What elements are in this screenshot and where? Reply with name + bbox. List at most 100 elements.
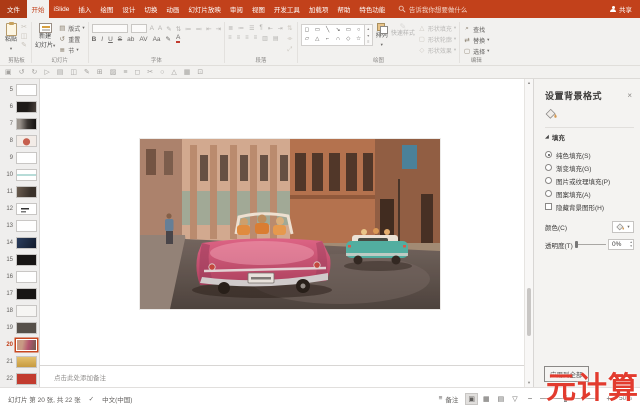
slide-photo-havana-cars[interactable] [140,139,440,309]
slide-thumbnail-image[interactable] [16,135,37,147]
paragraph-extra-button[interactable]: ⌯ [286,34,294,44]
shapes-gallery-scroll[interactable]: ▴ ▾ ≡ [365,24,373,46]
slides-mini-button[interactable]: ↺重置 [58,34,84,44]
paste-button[interactable]: 粘贴 ▾ [5,21,17,56]
hide-background-checkbox[interactable]: 隐藏背景图形(H) [545,200,634,213]
font-name-combobox[interactable] [92,24,128,33]
slide-thumbnail[interactable]: 13 [0,217,39,234]
alignment-icon[interactable]: ≡ [245,35,249,42]
view-button[interactable]: ▦ [481,394,492,404]
slides-mini-button[interactable]: ▤版式▾ [58,23,84,33]
slide-thumbnail-image[interactable] [16,169,37,181]
paragraph-extra-button[interactable]: ⤢ [286,45,294,55]
font-tool-icon[interactable]: A [158,25,162,32]
slide-thumbnail[interactable]: 7 [0,115,39,132]
paragraph-tool-icon[interactable]: ≣ [228,25,233,32]
color-picker-button[interactable]: ▾ [612,221,634,233]
shape-icon[interactable]: ◇ [343,35,353,44]
ribbon-tab[interactable]: 开始 [27,0,49,18]
slide-thumbnail-image[interactable] [16,254,37,266]
slide-thumbnail-image[interactable] [16,237,37,249]
paragraph-tool-icon[interactable]: ⇥ [278,25,283,32]
fill-option-radio[interactable]: 纯色填充(S) [545,148,634,161]
gallery-more-icon[interactable]: ≡ [367,39,369,44]
paragraph-tool-icon[interactable]: ☰ [249,25,254,32]
font-style-icon[interactable]: ✎ [166,35,171,43]
quick-styles-button[interactable]: ✎ 快速样式 [391,21,415,56]
font-style-icon[interactable]: B [92,36,97,43]
slide-thumbnail-image[interactable] [16,101,37,113]
slide-thumbnail[interactable]: 8 [0,132,39,149]
slide-thumbnail-image[interactable] [16,118,37,130]
shapes-gallery[interactable]: ◻▭╲↘▭○ ▱△⌐∩◇☆ [301,24,365,46]
qat-icon[interactable]: △ [171,68,176,76]
slide-thumbnail-image[interactable] [16,322,37,334]
qat-icon[interactable]: ▣ [5,68,12,76]
shape-format-button[interactable]: ▢形状轮廓▾ [418,34,456,44]
slide-thumbnail[interactable]: 11 [0,183,39,200]
shape-icon[interactable]: ╲ [322,26,332,35]
slide-thumbnail-image[interactable] [16,288,37,300]
slide-thumbnail[interactable]: 15 [0,251,39,268]
slide-thumbnail[interactable]: 18 [0,302,39,319]
slide-thumbnail[interactable]: 19 [0,319,39,336]
slide-thumbnail-image[interactable] [16,339,37,351]
close-pane-icon[interactable]: × [625,91,634,100]
shape-format-button[interactable]: △形状填充▾ [418,23,456,33]
cut-icon[interactable]: ✂ [20,23,28,31]
slide-thumbnail[interactable]: 16 [0,268,39,285]
editing-button[interactable]: ▢选择▾ [463,46,489,56]
editing-button[interactable]: ⇄替换▾ [463,35,489,45]
alignment-icon[interactable]: ▤ [273,35,279,42]
font-tool-icon[interactable]: ⇅ [176,25,181,33]
share-button[interactable]: 共享 [602,0,640,18]
shape-icon[interactable]: ☆ [353,35,363,44]
slide-thumbnail[interactable]: 14 [0,234,39,251]
ribbon-tab[interactable]: 幻灯片放映 [184,0,226,18]
slide-thumbnail[interactable]: 20 [0,336,39,353]
paragraph-tool-icon[interactable]: ≔ [238,25,244,32]
slide-thumbnail[interactable]: 5 [0,81,39,98]
ribbon-tab[interactable]: 设计 [118,0,140,18]
ribbon-tab[interactable]: 审阅 [225,0,247,18]
shape-icon[interactable]: ⌐ [322,35,332,44]
slide-thumbnail[interactable]: 21 [0,353,39,370]
ribbon-tab[interactable]: 视图 [247,0,269,18]
paragraph-extra-button[interactable]: ⇅ [286,23,294,33]
fill-option-radio[interactable]: 图案填充(A) [545,187,634,200]
view-button[interactable]: ▤ [496,394,507,404]
qat-icon[interactable]: ◫ [70,68,77,76]
notes-pane[interactable]: 点击此处添加备注 [40,365,524,387]
alignment-icon[interactable]: ≡ [254,35,258,42]
qat-icon[interactable]: ⊞ [97,68,103,76]
slide-thumbnail-image[interactable] [16,220,37,232]
font-style-icon[interactable]: I [101,36,103,43]
alignment-icon[interactable]: ▥ [262,35,268,42]
fill-option-radio[interactable]: 图片或纹理填充(P) [545,174,634,187]
font-style-icon[interactable]: S [118,36,122,43]
format-painter-icon[interactable]: ✎ [20,41,28,49]
alignment-icon[interactable]: ≡ [237,35,241,42]
slides-mini-button[interactable]: ≣节▾ [58,45,84,55]
slide-thumbnail-image[interactable] [16,373,37,385]
ribbon-tab[interactable]: iSlide [49,0,74,18]
ribbon-tab[interactable]: 插入 [74,0,96,18]
font-style-icon[interactable]: Aa [153,36,161,43]
slide-thumbnail[interactable]: 12 [0,200,39,217]
ribbon-tab[interactable]: 加载项 [304,0,333,18]
arrange-button[interactable]: 排列 ▾ [376,21,388,56]
slide-thumbnail-image[interactable] [16,271,37,283]
view-button[interactable]: ▣ [466,394,477,404]
font-style-icon[interactable]: A [176,35,180,43]
qat-icon[interactable]: ⊡ [197,68,203,76]
font-style-icon[interactable]: ab [127,36,134,43]
shape-icon[interactable]: ▭ [343,26,353,35]
transparency-input[interactable]: 0% ▴▾ [608,239,634,250]
alignment-icon[interactable]: ≡ [228,35,232,42]
shape-icon[interactable]: ▭ [312,26,322,35]
scrollbar-thumb[interactable] [527,288,531,336]
fill-option-radio[interactable]: 渐变填充(G) [545,161,634,174]
font-style-icon[interactable]: AV [139,36,147,43]
gallery-up-icon[interactable]: ▴ [367,26,369,31]
slide-thumbnail[interactable]: 10 [0,166,39,183]
